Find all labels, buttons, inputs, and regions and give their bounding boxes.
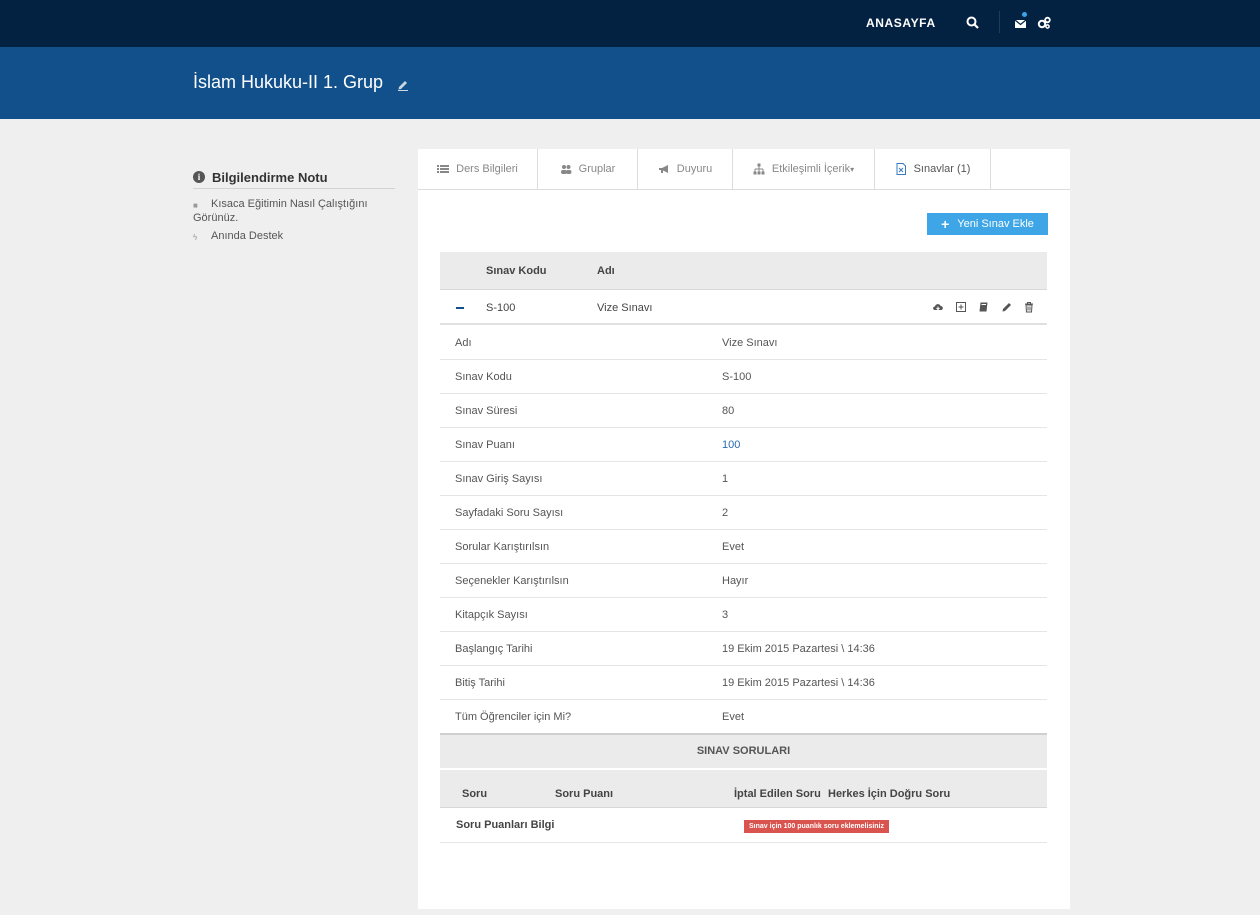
exam-code: S-100	[486, 302, 516, 314]
edit-title-icon[interactable]	[397, 79, 409, 91]
detail-value: Hayır	[722, 575, 749, 587]
questions-table-header: Soru Soru Puanı İptal Edilen Soru Herkes…	[440, 770, 1047, 808]
page-title: İslam Hukuku-II 1. Grup	[193, 72, 384, 92]
course-header: İslam Hukuku-II 1. Grup	[0, 47, 1260, 119]
sidebar-item-support[interactable]: ϟ Anında Destek	[193, 229, 395, 243]
plus-square-icon[interactable]	[955, 301, 967, 313]
main-panel: Ders Bilgileri Gruplar Duyuru Etkileşiml…	[418, 149, 1070, 909]
detail-key: Adı	[455, 337, 472, 349]
detail-key: Sınav Süresi	[455, 405, 518, 417]
search-icon[interactable]	[965, 15, 981, 31]
list-icon	[437, 165, 450, 173]
tab-exams[interactable]: Sınavlar (1)	[875, 149, 991, 189]
users-icon	[560, 165, 572, 174]
sidebar-item-label: Kısaca Eğitimin Nasıl Çalıştığını Görünü…	[193, 198, 368, 224]
add-exam-button[interactable]: + Yeni Sınav Ekle	[927, 213, 1048, 235]
notification-dot	[1022, 12, 1027, 17]
detail-key: Seçenekler Karıştırılsın	[455, 575, 569, 587]
question-points-label: Soru Puanları Bilgi	[456, 819, 555, 831]
exam-table-header: Sınav Kodu Adı	[440, 252, 1047, 290]
course-tabs: Ders Bilgileri Gruplar Duyuru Etkileşiml…	[418, 149, 1070, 190]
tab-groups[interactable]: Gruplar	[538, 149, 638, 189]
tab-label: Sınavlar (1)	[913, 163, 971, 175]
column-header-question: Soru	[462, 788, 488, 800]
detail-key: Sınav Puanı	[455, 439, 515, 451]
detail-value: 19 Ekim 2015 Pazartesi \ 14:36	[722, 643, 875, 655]
detail-key: Kitapçık Sayısı	[455, 609, 528, 621]
detail-value: Evet	[722, 711, 745, 723]
cloud-download-icon[interactable]	[932, 301, 944, 313]
home-link[interactable]: ANASAYFA	[866, 16, 936, 30]
detail-value: 100	[722, 439, 741, 451]
column-header-correct-for-all: Herkes İçin Doğru Soru	[828, 788, 951, 800]
detail-key: Başlangıç Tarihi	[455, 643, 533, 655]
detail-key: Sınav Giriş Sayısı	[455, 473, 543, 485]
detail-row: Sorular Karıştırılsın Evet	[440, 530, 1047, 564]
detail-value: S-100	[722, 371, 752, 383]
column-header-name: Adı	[597, 265, 615, 277]
detail-value: 80	[722, 405, 735, 417]
detail-value: 3	[722, 609, 729, 621]
tab-label: Duyuru	[676, 163, 713, 175]
detail-row: Sınav Puanı 100	[440, 428, 1047, 462]
tab-label: Gruplar	[578, 163, 616, 175]
file-excel-icon	[896, 163, 906, 175]
detail-row: Tüm Öğrenciler için Mi? Evet	[440, 700, 1047, 734]
bullhorn-icon	[658, 165, 668, 173]
detail-value: 19 Ekim 2015 Pazartesi \ 14:36	[722, 677, 875, 689]
detail-row: Sınav Süresi 80	[440, 394, 1047, 428]
pencil-icon[interactable]	[1001, 301, 1013, 313]
column-header-points: Soru Puanı	[555, 788, 614, 800]
tab-interactive-content[interactable]: Etkileşimli İçerik ▾	[733, 149, 875, 189]
detail-key: Tüm Öğrenciler için Mi?	[455, 711, 572, 723]
trash-icon[interactable]	[1023, 301, 1035, 313]
sidebar-heading: i Bilgilendirme Notu	[193, 170, 395, 189]
detail-key: Sayfadaki Soru Sayısı	[455, 507, 564, 519]
exam-name: Vize Sınavı	[597, 302, 653, 314]
detail-key: Bitiş Tarihi	[455, 677, 505, 689]
bolt-icon: ϟ	[193, 233, 198, 243]
column-header-code: Sınav Kodu	[486, 265, 547, 277]
envelope-icon[interactable]	[1013, 16, 1029, 32]
warning-badge: Sınav için 100 puanlık soru eklemelisini…	[744, 820, 889, 833]
detail-row: Sınav Kodu S-100	[440, 360, 1047, 394]
info-circle-icon: i	[193, 171, 205, 183]
sidebar-item-label: Anında Destek	[211, 230, 284, 242]
detail-row: Başlangıç Tarihi 19 Ekim 2015 Pazartesi \…	[440, 632, 1047, 666]
sidebar-item-tutorial[interactable]: ■ Kısaca Eğitimin Nasıl Çalıştığını Görün…	[193, 197, 395, 225]
detail-row: Kitapçık Sayısı 3	[440, 598, 1047, 632]
detail-row: Bitiş Tarihi 19 Ekim 2015 Pazartesi \ 14:…	[440, 666, 1047, 700]
cogs-icon[interactable]	[1036, 15, 1052, 31]
info-sidebar: i Bilgilendirme Notu ■ Kısaca Eğitimin Na…	[193, 170, 395, 243]
camera-icon: ■	[193, 201, 198, 211]
tab-label: Ders Bilgileri	[456, 163, 518, 175]
dropdown-caret-icon: ▾	[850, 164, 855, 174]
sidebar-heading-text: Bilgilendirme Notu	[212, 169, 328, 185]
add-exam-button-label: Yeni Sınav Ekle	[957, 218, 1034, 230]
plus-icon: +	[941, 216, 950, 232]
sitemap-icon	[753, 163, 765, 175]
detail-row: Adı Vize Sınavı	[440, 326, 1047, 360]
detail-value: 1	[722, 473, 729, 485]
detail-row: Sınav Giriş Sayısı 1	[440, 462, 1047, 496]
navbar-separator	[999, 11, 1000, 33]
detail-value: 2	[722, 507, 729, 519]
book-icon[interactable]	[978, 301, 990, 313]
detail-row: Sayfadaki Soru Sayısı 2	[440, 496, 1047, 530]
collapse-icon[interactable]	[456, 307, 464, 309]
tab-announcement[interactable]: Duyuru	[638, 149, 733, 189]
detail-row: Seçenekler Karıştırılsın Hayır	[440, 564, 1047, 598]
detail-value: Vize Sınavı	[722, 337, 778, 349]
detail-key: Sınav Kodu	[455, 371, 512, 383]
detail-value: Evet	[722, 541, 745, 553]
question-points-row: Soru Puanları Bilgi Sınav için 100 puanl…	[440, 809, 1047, 843]
tab-label: Etkileşimli İçerik	[771, 163, 851, 175]
tab-course-info[interactable]: Ders Bilgileri	[418, 149, 538, 189]
column-header-cancelled: İptal Edilen Soru	[734, 788, 821, 800]
exam-row: S-100 Vize Sınavı	[440, 291, 1047, 325]
questions-section-title: SINAV SORULARI	[440, 733, 1047, 768]
detail-key: Sorular Karıştırılsın	[455, 541, 550, 553]
top-navbar: ANASAYFA	[0, 0, 1260, 47]
